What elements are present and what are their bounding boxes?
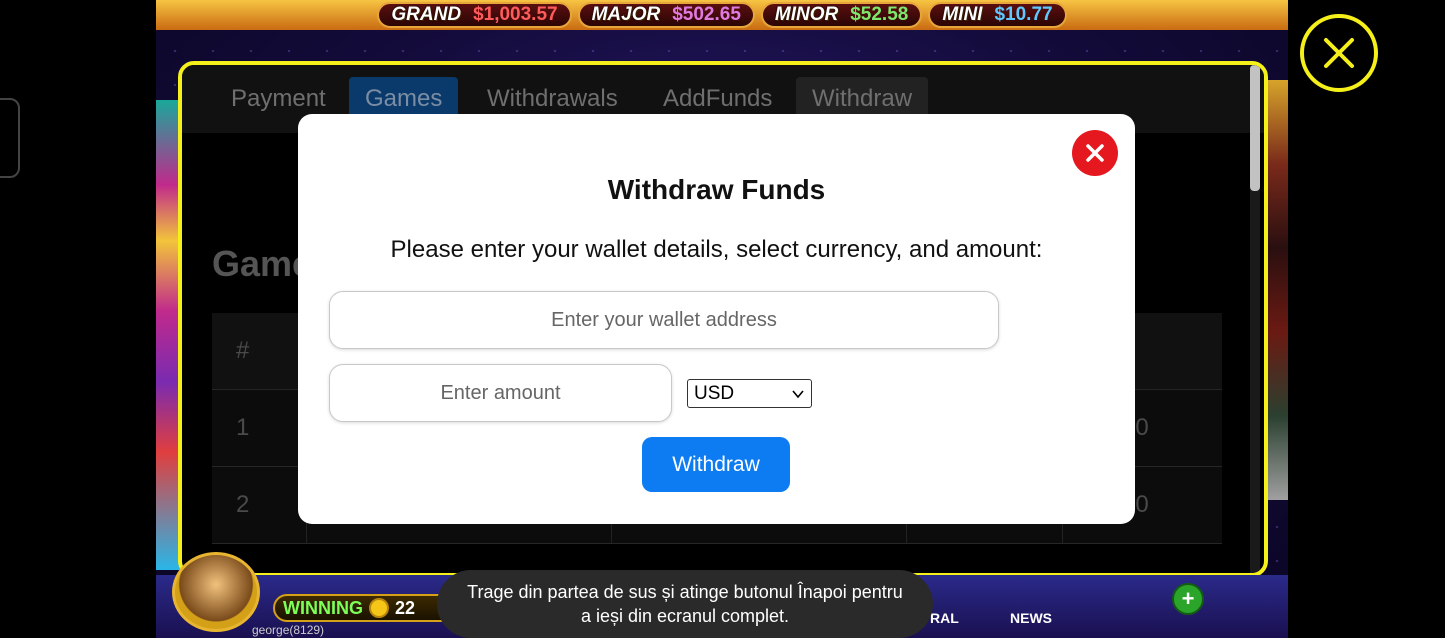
amount-input[interactable]: Enter amount [329, 364, 672, 422]
currency-selected-value: USD [694, 382, 735, 404]
jackpot-mini: MINI $10.77 [928, 2, 1067, 28]
jackpot-major-name: MAJOR [591, 4, 661, 25]
wallet-address-placeholder: Enter your wallet address [551, 308, 777, 331]
jackpot-bar: GRAND $1,003.57 MAJOR $502.65 MINOR $52.… [156, 0, 1288, 30]
panel-close-button[interactable] [1300, 14, 1378, 92]
winning-label: WINNING [283, 597, 363, 618]
jackpot-grand-value: $1,003.57 [473, 4, 558, 25]
jackpot-grand: GRAND $1,003.57 [377, 2, 572, 28]
jackpot-major-value: $502.65 [672, 4, 741, 25]
amount-placeholder: Enter amount [440, 381, 561, 404]
jackpot-minor: MINOR $52.58 [760, 2, 923, 28]
add-button[interactable]: + [1172, 583, 1204, 615]
jackpot-mini-value: $10.77 [994, 4, 1053, 25]
scrollbar-thumb[interactable] [1250, 65, 1260, 191]
jackpot-minor-name: MINOR [774, 4, 839, 25]
news-button[interactable]: NEWS [1010, 610, 1052, 626]
winning-value: 22 [395, 597, 416, 618]
currency-select[interactable]: USD [687, 379, 812, 408]
modal-close-button[interactable] [1072, 130, 1118, 176]
jackpot-minor-value: $52.58 [850, 4, 909, 25]
chevron-down-icon [792, 390, 804, 399]
jackpot-mini-name: MINI [942, 4, 983, 25]
winning-counter: WINNING 22 [273, 594, 463, 622]
table-header-index: # [236, 337, 250, 364]
withdraw-submit-button[interactable]: Withdraw [642, 437, 790, 492]
withdraw-modal: Withdraw Funds Please enter your wallet … [298, 114, 1135, 524]
plus-icon: + [1181, 586, 1195, 611]
jackpot-major: MAJOR $502.65 [577, 2, 755, 28]
toast-text: Trage din partea de sus și atinge butonu… [467, 582, 903, 626]
modal-description: Please enter your wallet details, select… [390, 236, 1043, 263]
withdraw-submit-label: Withdraw [672, 452, 760, 476]
table-cell-index: 1 [236, 414, 250, 441]
close-icon [1324, 38, 1354, 68]
jackpot-grand-name: GRAND [391, 4, 462, 25]
table-cell-index: 2 [236, 491, 250, 518]
username: george(8129) [252, 623, 325, 637]
bottom-nav-label-partial[interactable]: RAL [930, 610, 959, 626]
modal-title: Withdraw Funds [607, 174, 826, 205]
side-handle[interactable] [0, 98, 20, 178]
system-toast: Trage din partea de sus și atinge butonu… [437, 570, 933, 638]
coin-icon [369, 598, 389, 618]
wallet-address-input[interactable]: Enter your wallet address [329, 291, 999, 349]
avatar[interactable] [172, 552, 260, 632]
close-icon [1086, 144, 1104, 162]
